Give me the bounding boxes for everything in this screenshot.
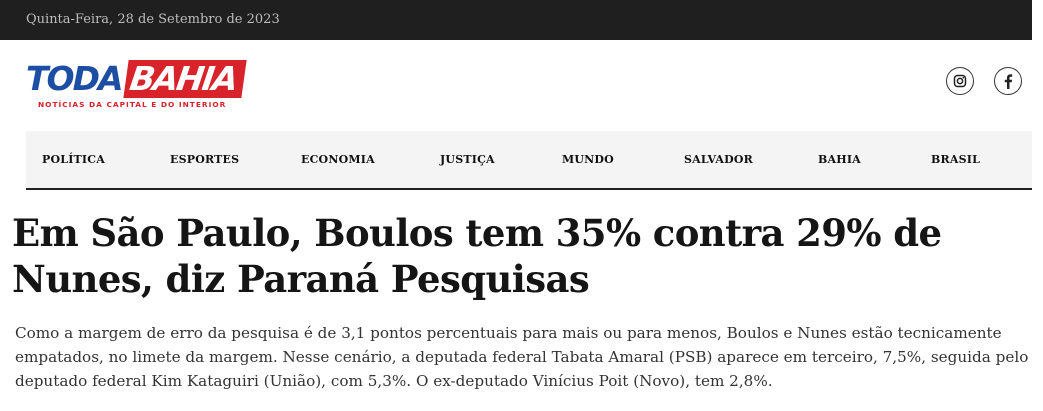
site-logo[interactable]: TODA BAHIA NOTÍCIAS DA CAPITAL E DO INTE…: [26, 59, 248, 112]
nav-item-economia[interactable]: ECONOMIA: [301, 153, 375, 166]
article-title: Em São Paulo, Boulos tem 35% contra 29% …: [12, 211, 942, 301]
facebook-icon: [1004, 73, 1013, 89]
current-date: Quinta-Feira, 28 de Setembro de 2023: [26, 12, 280, 27]
nav-item-mundo[interactable]: MUNDO: [562, 153, 614, 166]
instagram-icon: [953, 74, 967, 88]
article-body: Como a margem de erro da pesquisa é de 3…: [15, 324, 1029, 390]
nav-item-justica[interactable]: JUSTIÇA: [440, 153, 495, 166]
logo-tagline: NOTÍCIAS DA CAPITAL E DO INTERIOR: [38, 100, 227, 109]
nav-item-bahia[interactable]: BAHIA: [818, 153, 861, 166]
nav-item-salvador[interactable]: SALVADOR: [684, 153, 753, 166]
nav-item-esportes[interactable]: ESPORTES: [170, 153, 239, 166]
instagram-link[interactable]: [946, 67, 974, 95]
facebook-link[interactable]: [994, 67, 1022, 95]
logo-wordmark[interactable]: TODA BAHIA: [26, 59, 247, 98]
nav-item-brasil[interactable]: BRASIL: [931, 153, 980, 166]
nav-item-politica[interactable]: POLÍTICA: [42, 153, 105, 166]
logo-part-toda: TODA: [26, 59, 123, 98]
logo-part-bahia: BAHIA: [122, 59, 247, 98]
main-navigation: POLÍTICA ESPORTES ECONOMIA JUSTIÇA MUNDO…: [26, 131, 1032, 190]
top-bar: Quinta-Feira, 28 de Setembro de 2023: [0, 0, 1032, 40]
